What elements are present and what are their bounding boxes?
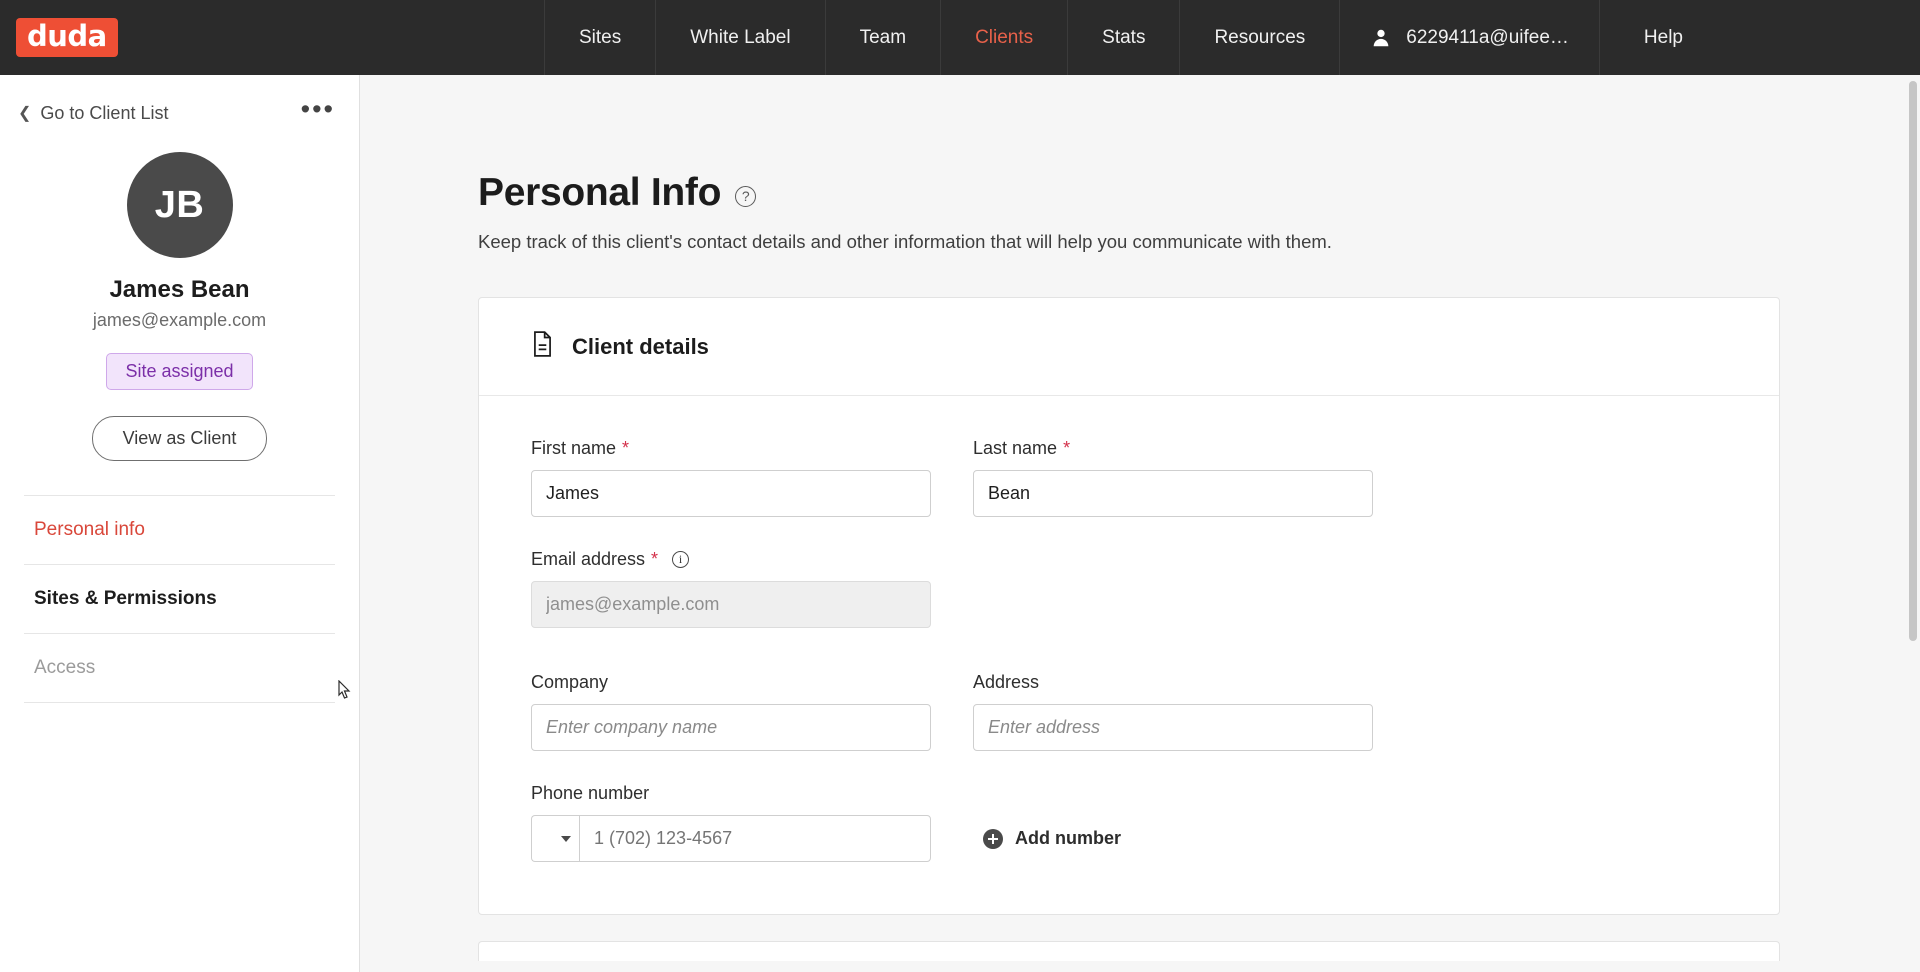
phone-label-text: Phone number [531,783,650,803]
phone-number-input[interactable] [579,815,931,862]
last-name-label-text: Last name [973,438,1058,458]
first-name-label: First name * [531,438,931,459]
logo-zone: duda [0,0,545,75]
email-label: Email address * i [531,549,931,570]
document-icon [531,331,554,362]
nav-item-sites[interactable]: Sites [545,0,657,75]
nav-item-account[interactable]: 6229411a@uifee… [1340,0,1600,75]
company-input[interactable] [531,704,931,751]
next-card-partial [478,941,1780,961]
info-icon[interactable]: i [672,551,690,568]
nav-item-resources[interactable]: Resources [1180,0,1341,75]
page-title: Personal Info ? [478,171,1920,215]
company-label-text: Company [531,672,609,692]
duda-logo[interactable]: duda [16,18,118,57]
help-icon[interactable]: ? [735,185,757,207]
company-label: Company [531,672,931,693]
chevron-left-icon: ❮ [18,104,32,122]
last-name-label: Last name * [973,438,1373,459]
go-to-client-list-link[interactable]: ❮ Go to Client List [18,103,168,124]
status-badge: Site assigned [106,353,253,390]
company-address-row: Company Address [531,672,1727,751]
account-email-label: 6229411a@uifee… [1406,26,1569,48]
last-name-field-group: Last name * [973,438,1373,517]
client-name: James Bean [109,276,250,303]
phone-label: Phone number [531,783,1727,804]
nav-item-clients[interactable]: Clients [941,0,1069,75]
vertical-scrollbar[interactable] [1909,81,1917,641]
required-asterisk: * [622,438,630,458]
nav-item-white-label[interactable]: White Label [656,0,826,75]
sidebar-item-access[interactable]: Access [24,633,335,703]
email-field-group: Email address * i [531,549,931,628]
nav-item-stats[interactable]: Stats [1068,0,1181,75]
plus-circle-icon [983,828,1003,849]
user-icon [1370,27,1392,49]
client-sidebar: ❮ Go to Client List ••• JB James Bean ja… [0,75,360,972]
main-inner: Personal Info ? Keep track of this clien… [360,75,1920,961]
phone-group [531,815,931,862]
go-to-client-list-label: Go to Client List [40,103,169,123]
client-profile: JB James Bean james@example.com Site ass… [0,152,359,461]
page-title-label: Personal Info [478,171,722,214]
address-field-group: Address [973,672,1373,751]
add-number-button[interactable]: Add number [983,828,1121,849]
first-name-input[interactable] [531,470,931,517]
avatar: JB [126,152,233,258]
sidebar-nav-list: Personal info Sites & Permissions Access [0,495,359,703]
chevron-down-icon [561,835,571,842]
email-input[interactable] [531,581,931,628]
card-header-title: Client details [572,333,709,359]
nav-item-help[interactable]: Help [1600,0,1727,75]
first-name-label-text: First name [531,438,617,458]
required-asterisk: * [1063,438,1071,458]
sidebar-item-sites-permissions[interactable]: Sites & Permissions [24,564,335,633]
email-label-text: Email address [531,549,646,569]
company-field-group: Company [531,672,931,751]
page-subtitle: Keep track of this client's contact deta… [478,231,1332,252]
address-input[interactable] [973,704,1373,751]
first-name-field-group: First name * [531,438,931,517]
address-label: Address [973,672,1373,693]
more-options-icon[interactable]: ••• [301,95,335,124]
view-as-client-button[interactable]: View as Client [91,416,268,461]
main-content: Personal Info ? Keep track of this clien… [360,75,1920,972]
name-row: First name * Last name * [531,438,1727,517]
sidebar-top-bar: ❮ Go to Client List ••• [0,75,359,124]
phone-input-row: Add number [531,815,1727,862]
nav-item-team[interactable]: Team [826,0,942,75]
card-header: Client details [479,298,1779,396]
top-navigation-bar: duda Sites White Label Team Clients Stat… [0,0,1920,75]
client-email: james@example.com [92,310,267,330]
email-row: Email address * i [531,549,1727,628]
phone-row: Phone number Add number [531,783,1727,862]
nav-items: Sites White Label Team Clients Stats Res… [545,0,1920,75]
sidebar-item-personal-info[interactable]: Personal info [24,495,335,564]
address-label-text: Address [973,672,1040,692]
add-number-label: Add number [1015,828,1121,848]
required-asterisk: * [651,549,659,569]
last-name-input[interactable] [973,470,1373,517]
country-code-select[interactable] [531,815,579,862]
client-details-card: Client details First name * James Last n… [478,297,1780,915]
page-body: ❮ Go to Client List ••• JB James Bean ja… [0,75,1920,972]
card-body: First name * Last name * [479,396,1779,914]
